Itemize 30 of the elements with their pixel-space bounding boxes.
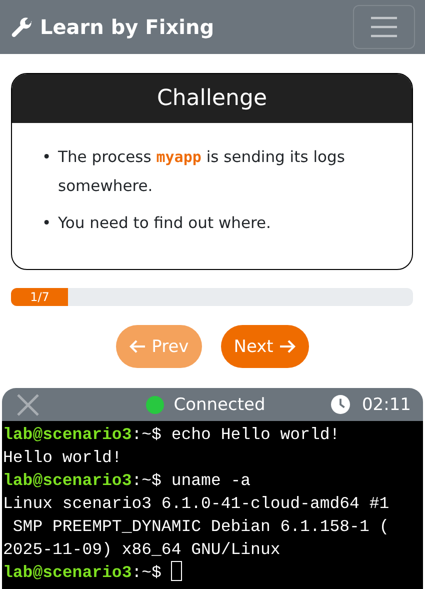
prompt-user: lab@scenario3 bbox=[3, 563, 132, 582]
command-text: echo Hello world! bbox=[171, 425, 340, 444]
prompt-path: :~$ bbox=[132, 471, 162, 490]
wrench-icon bbox=[11, 16, 33, 38]
menu-button[interactable] bbox=[353, 5, 415, 49]
output-text: Linux scenario3 6.1.0-41-cloud-amd64 #1 bbox=[3, 494, 390, 513]
output-text: Hello world! bbox=[3, 448, 122, 467]
challenge-text: The process myapp is sending its logs somewhere. bbox=[58, 147, 346, 197]
bullet: • bbox=[42, 147, 52, 168]
challenge-title: Challenge bbox=[157, 86, 267, 111]
prompt-path: :~$ bbox=[132, 425, 162, 444]
terminal-screen[interactable]: lab@scenario3:~$ echo Hello world! Hello world! lab@scenario3:~$ uname -a Linux scenario3 6.1.0-41-cloud-amd64 #1 SMP PREEMPT_DYNAMIC Debian 6.1.158-1 ( 2025-11-09) x86_64 GNU/Linux lab@scenario3:~$ bbox=[2, 421, 423, 589]
bullet: • bbox=[42, 213, 52, 234]
clock-icon bbox=[330, 395, 350, 414]
prompt-user: lab@scenario3 bbox=[3, 425, 132, 444]
challenge-text: You need to find out where. bbox=[58, 213, 271, 234]
next-button[interactable]: Next bbox=[220, 325, 310, 368]
output-text: 2025-11-09) x86_64 GNU/Linux bbox=[3, 540, 280, 559]
command-text: uname -a bbox=[171, 471, 251, 490]
output-text: SMP PREEMPT_DYNAMIC Debian 6.1.158-1 ( bbox=[12, 517, 390, 536]
prompt-path: :~$ bbox=[132, 563, 162, 582]
arrow-left-icon bbox=[128, 339, 146, 354]
prompt-user: lab@scenario3 bbox=[3, 471, 132, 490]
menu-icon bbox=[369, 16, 399, 38]
arrow-right-icon bbox=[279, 339, 296, 354]
session-time: 02:11 bbox=[362, 394, 411, 414]
brand-title[interactable]: Learn by Fixing bbox=[40, 15, 214, 39]
close-icon[interactable] bbox=[16, 392, 40, 416]
progress-label: 1/7 bbox=[30, 290, 50, 304]
connection-status: Connected bbox=[174, 394, 266, 414]
